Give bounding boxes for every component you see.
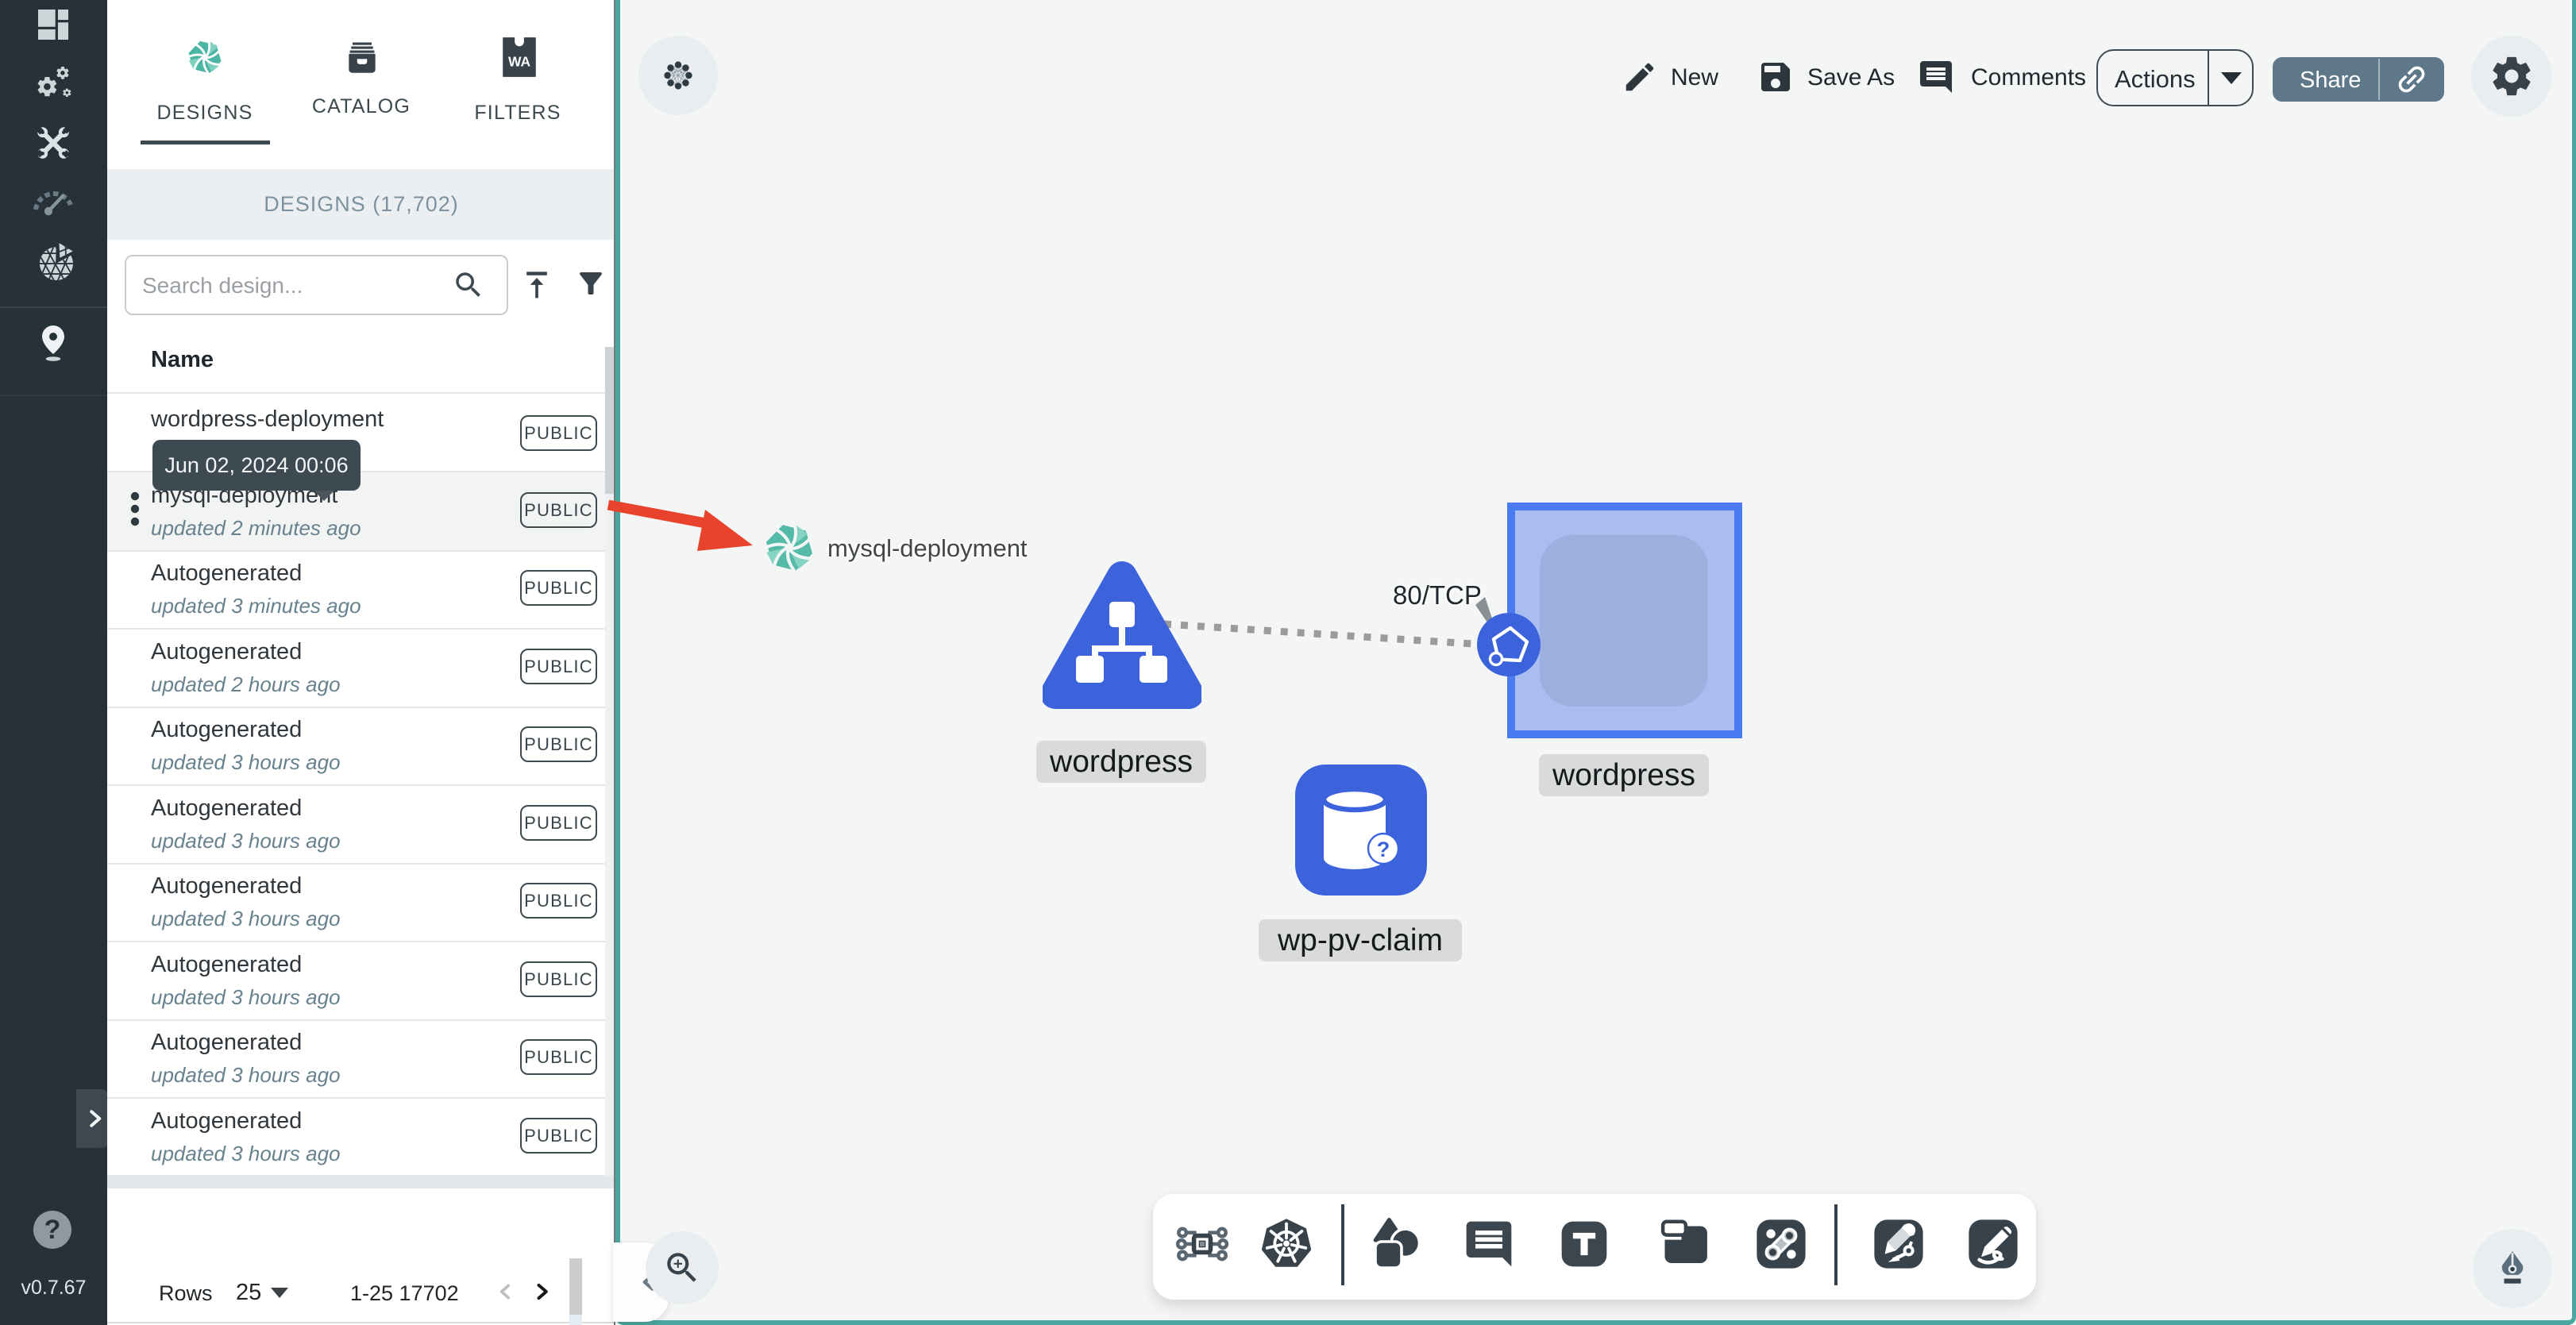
svg-text:WA: WA	[508, 53, 530, 69]
svg-text:?: ?	[1377, 838, 1390, 861]
